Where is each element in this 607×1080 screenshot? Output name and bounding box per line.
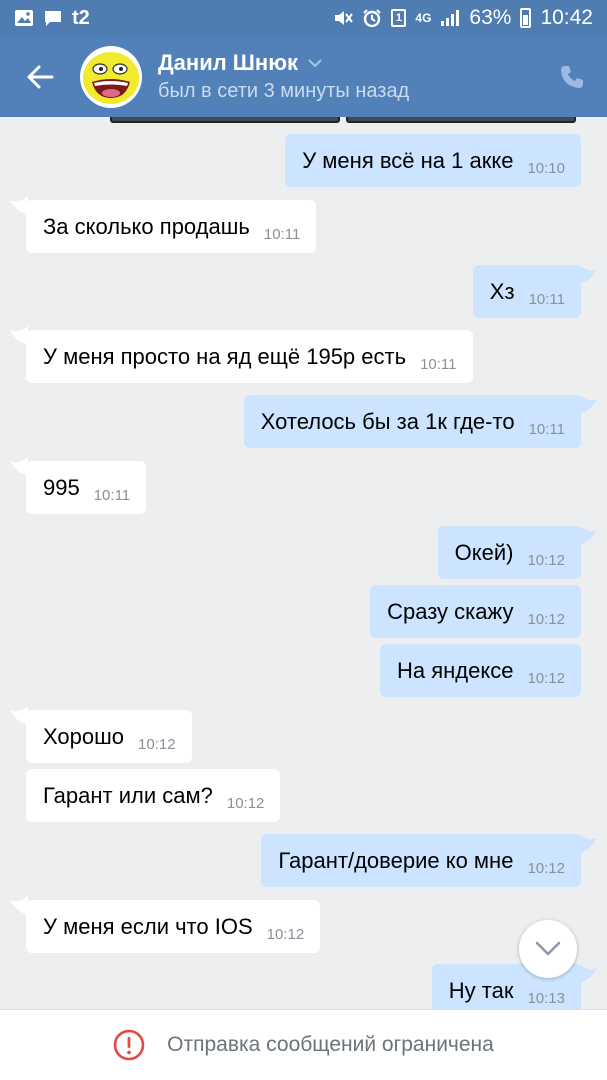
- message-text: У меня просто на яд ещё 195р есть: [43, 343, 407, 369]
- battery-percent: 63%: [469, 6, 512, 29]
- avatar-image: [80, 45, 142, 108]
- message-incoming[interactable]: За сколько продашь 10:11: [26, 200, 317, 253]
- message-incoming[interactable]: Хорошо 10:12: [26, 710, 192, 763]
- message-text: 995: [43, 474, 80, 500]
- chevron-down-icon: [535, 941, 561, 956]
- carrier-label: t2: [72, 6, 90, 29]
- message-time: 10:12: [527, 552, 565, 569]
- network-type-label: 4G: [415, 11, 432, 25]
- message-time: 10:12: [138, 736, 176, 753]
- message-time: 10:13: [527, 990, 565, 1007]
- messaging-restricted-bar: Отправка сообщений ограничена: [0, 1009, 607, 1080]
- chat-header: Данил Шнюк был в сети 3 минуты назад: [0, 36, 607, 117]
- status-bar: t2 1 4G 63% 10:42: [0, 0, 607, 36]
- bubble-tail: [579, 834, 597, 852]
- message-text: Хз: [489, 278, 515, 304]
- sim-slot-badge: 1: [391, 9, 407, 27]
- message-text: Окей): [454, 539, 514, 565]
- alert-circle-icon: [113, 1029, 145, 1061]
- avatar[interactable]: [80, 45, 142, 108]
- restricted-message: Отправка сообщений ограничена: [167, 1033, 494, 1056]
- chevron-down-icon: [308, 58, 322, 67]
- bubble-tail: [579, 526, 597, 544]
- message-outgoing[interactable]: Гарант/доверие ко мне 10:12: [261, 834, 581, 887]
- previous-photo-attachments[interactable]: [110, 117, 576, 123]
- message-text: У меня всё на 1 акке: [302, 147, 514, 173]
- clock: 10:42: [540, 6, 593, 29]
- message-time: 10:11: [93, 487, 131, 504]
- message-time: 10:12: [527, 860, 565, 877]
- contact-name: Данил Шнюк: [158, 50, 299, 75]
- phone-icon: [561, 65, 583, 88]
- message-incoming[interactable]: Гарант или сам? 10:12: [26, 769, 281, 822]
- bubble-tail: [579, 964, 597, 982]
- message-text: У меня если что IOS: [43, 913, 253, 939]
- message-outgoing[interactable]: Хотелось бы за 1к где-то 10:11: [243, 395, 581, 448]
- message-text: На яндексе: [396, 657, 514, 683]
- bubble-tail: [579, 265, 597, 283]
- message-incoming[interactable]: У меня просто на яд ещё 195р есть 10:11: [26, 330, 473, 383]
- back-arrow-icon: [27, 65, 54, 88]
- bubble-tail: [579, 395, 597, 413]
- call-button[interactable]: [537, 36, 607, 117]
- message-list[interactable]: У меня всё на 1 акке 10:10 За сколько пр…: [0, 117, 607, 1009]
- battery-icon: [520, 8, 532, 28]
- message-time: 10:12: [226, 795, 265, 812]
- message-text: Ну так: [448, 977, 514, 1003]
- message-outgoing[interactable]: На яндексе 10:12: [379, 644, 581, 697]
- message-incoming[interactable]: 995 10:11: [26, 461, 147, 514]
- message-outgoing[interactable]: Сразу скажу 10:12: [370, 585, 581, 638]
- message-time: 10:11: [528, 421, 565, 438]
- message-text: Гарант/доверие ко мне: [278, 847, 514, 873]
- contact-status: был в сети 3 минуты назад: [158, 80, 410, 102]
- message-time: 10:12: [527, 670, 565, 687]
- signal-icon: [441, 10, 460, 26]
- message-outgoing[interactable]: Окей) 10:12: [437, 526, 581, 579]
- alarm-icon: [363, 9, 382, 27]
- message-incoming[interactable]: У меня если что IOS 10:12: [26, 900, 321, 953]
- message-text: Сразу скажу: [387, 598, 514, 624]
- message-time: 10:11: [263, 226, 301, 243]
- message-time: 10:11: [420, 356, 457, 373]
- message-text: Гарант или сам?: [43, 782, 213, 808]
- message-text: Хорошо: [43, 723, 125, 749]
- message-text: За сколько продашь: [43, 213, 250, 239]
- back-button[interactable]: [0, 36, 80, 117]
- mute-icon: [335, 11, 354, 25]
- message-outgoing[interactable]: Хз 10:11: [472, 265, 581, 318]
- chat-icon: [45, 11, 61, 26]
- message-time: 10:11: [528, 291, 565, 308]
- contact-info[interactable]: Данил Шнюк был в сети 3 минуты назад: [158, 50, 537, 103]
- scroll-to-bottom-button[interactable]: [519, 920, 577, 978]
- message-time: 10:12: [266, 926, 305, 943]
- message-text: Хотелось бы за 1к где-то: [260, 408, 515, 434]
- message-outgoing[interactable]: У меня всё на 1 акке 10:10: [285, 134, 581, 187]
- image-icon: [15, 10, 33, 26]
- message-time: 10:12: [527, 611, 565, 628]
- message-time: 10:10: [527, 160, 565, 177]
